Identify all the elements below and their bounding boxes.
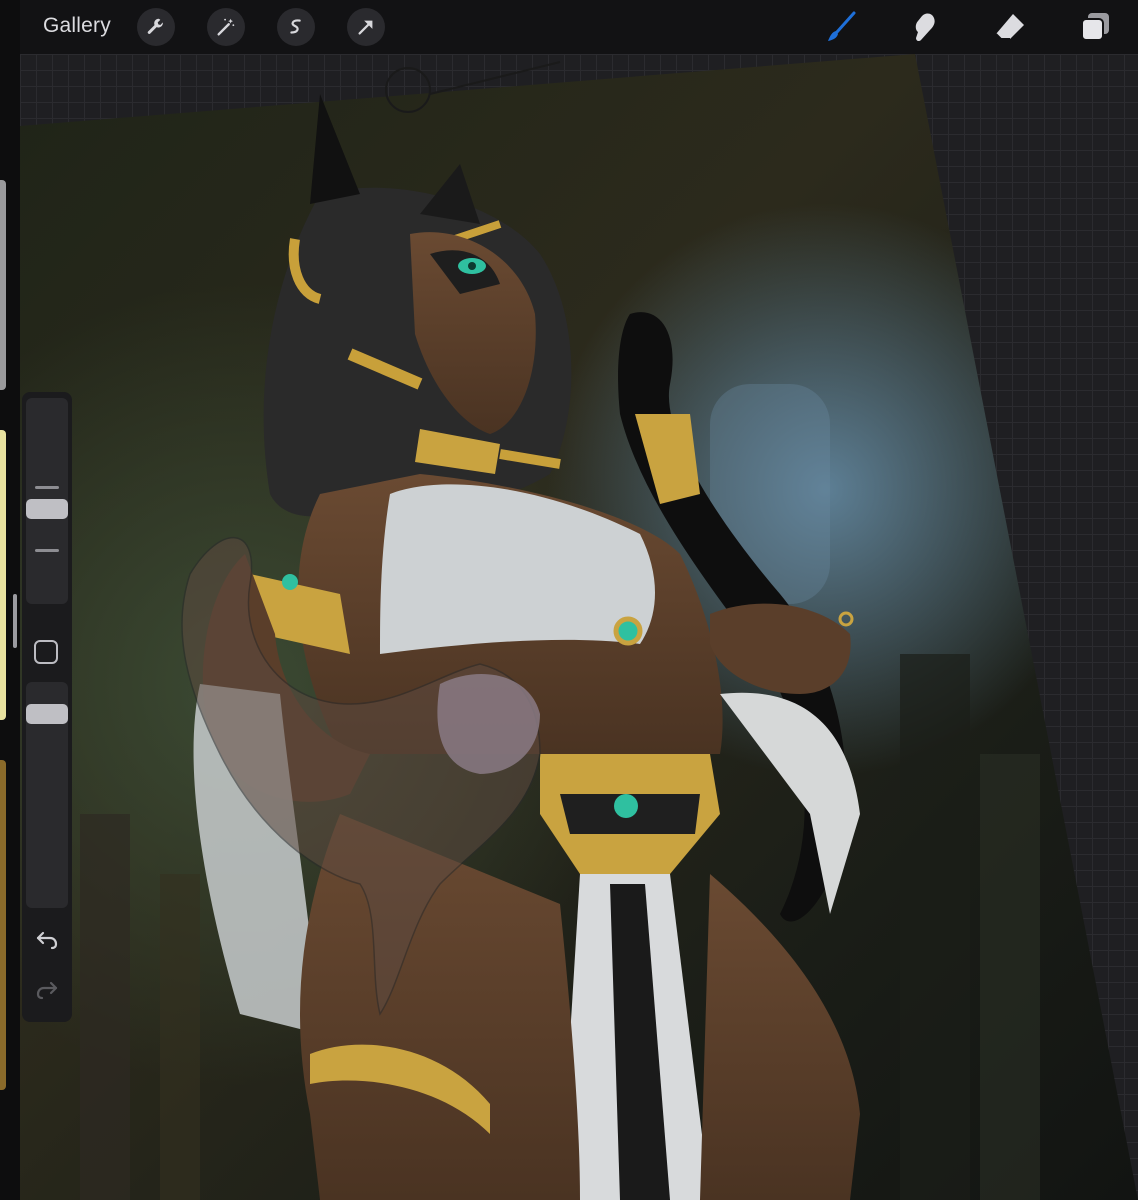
brush-tool[interactable] xyxy=(823,10,857,44)
brush-icon xyxy=(828,11,856,41)
redo-button[interactable] xyxy=(33,978,61,1002)
side-app-thumbnail[interactable] xyxy=(0,760,6,1090)
opacity-knob[interactable] xyxy=(26,704,68,724)
layers-button[interactable] xyxy=(1078,10,1112,44)
actions-button[interactable] xyxy=(137,8,175,46)
transform-button[interactable] xyxy=(347,8,385,46)
top-toolbar: Gallery xyxy=(0,0,1138,54)
undo-icon xyxy=(36,931,58,950)
selection-button[interactable] xyxy=(277,8,315,46)
brush-size-tick-top xyxy=(35,486,59,489)
layers-icon xyxy=(1081,13,1109,41)
gallery-button[interactable]: Gallery xyxy=(43,14,111,38)
side-sliders-panel xyxy=(22,392,72,1022)
brush-size-tick-bottom xyxy=(35,549,59,552)
eraser-icon xyxy=(995,14,1024,40)
wrench-icon xyxy=(147,18,163,34)
smudge-tool[interactable] xyxy=(908,10,942,44)
brush-size-knob[interactable] xyxy=(26,499,68,519)
modify-button[interactable] xyxy=(34,640,58,664)
undo-button[interactable] xyxy=(33,928,61,952)
canvas-artwork[interactable] xyxy=(20,54,1138,1200)
side-app-thumbnail[interactable] xyxy=(0,180,6,390)
adjustments-button[interactable] xyxy=(207,8,245,46)
side-app-thumbnail[interactable] xyxy=(0,430,6,720)
eraser-tool[interactable] xyxy=(993,10,1027,44)
selection-icon xyxy=(290,19,301,34)
transform-arrow-icon xyxy=(358,20,373,35)
split-view-handle[interactable] xyxy=(13,594,17,648)
magic-wand-icon xyxy=(217,18,235,36)
smudge-icon xyxy=(915,13,935,42)
redo-icon xyxy=(36,981,58,1000)
